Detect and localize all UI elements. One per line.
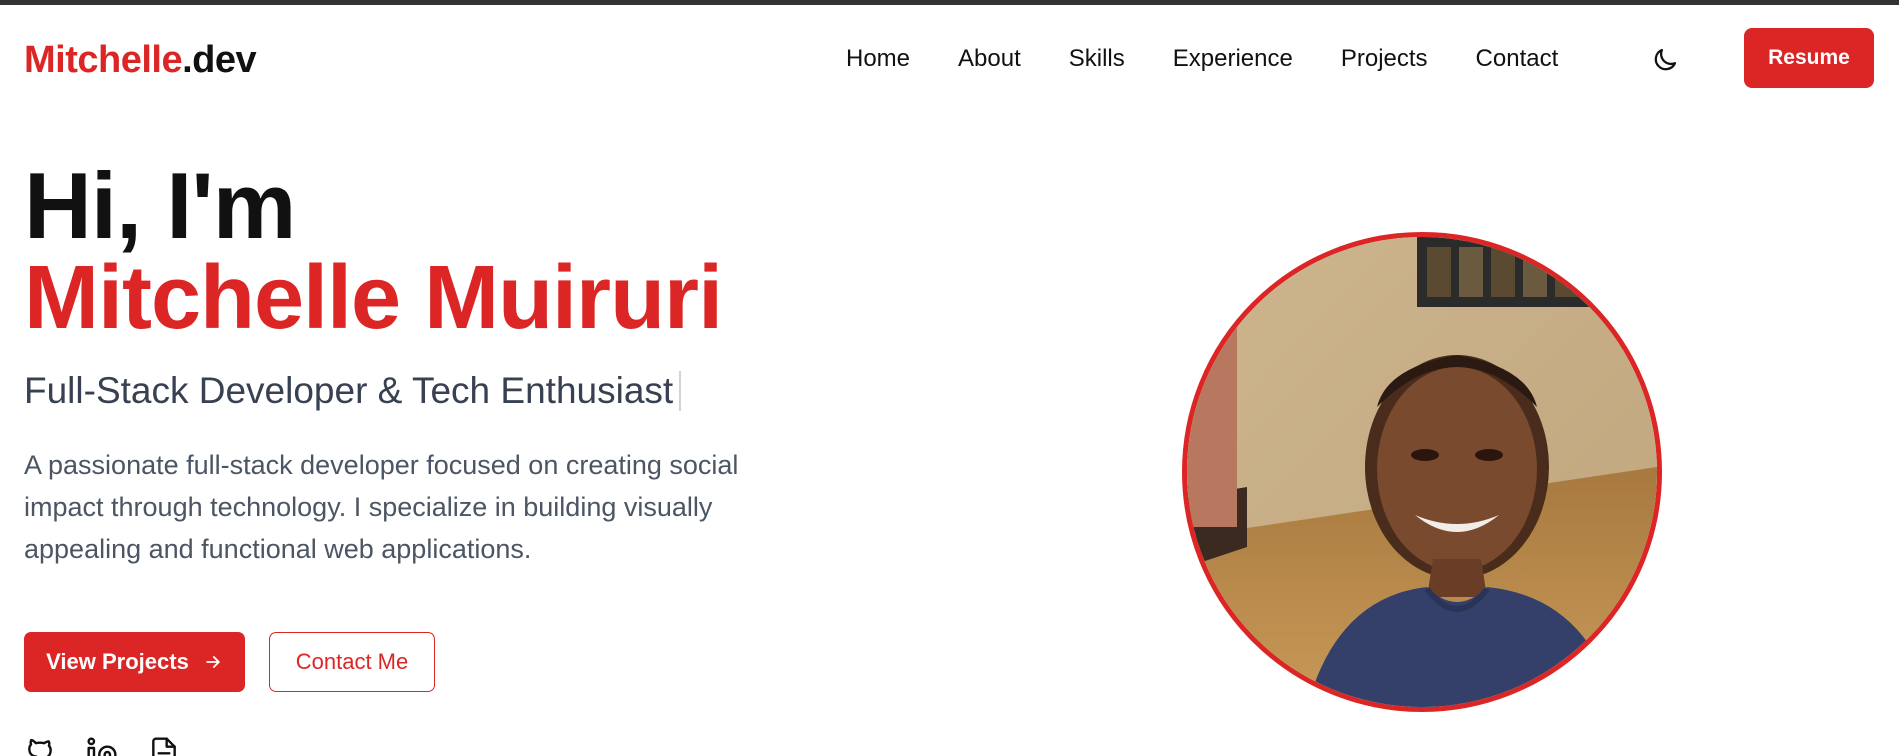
contact-me-button[interactable]: Contact Me — [269, 632, 435, 692]
logo-name: Mitchelle — [24, 39, 183, 81]
nav-link-skills[interactable]: Skills — [1069, 45, 1125, 73]
linkedin-icon[interactable] — [86, 736, 118, 756]
nav-link-projects[interactable]: Projects — [1341, 45, 1428, 73]
github-icon[interactable] — [24, 736, 56, 756]
nav-link-experience[interactable]: Experience — [1173, 45, 1293, 73]
resume-button[interactable]: Resume — [1744, 28, 1874, 88]
typing-cursor — [679, 371, 682, 411]
nav-link-contact[interactable]: Contact — [1476, 45, 1559, 73]
nav-link-about[interactable]: About — [958, 45, 1021, 73]
cta-row: View Projects Contact Me — [24, 632, 435, 692]
hero-section: Hi, I'm Mitchelle Muiruri Full-Stack Dev… — [24, 153, 804, 570]
navbar: Mitchelle.dev Home About Skills Experien… — [0, 5, 1899, 110]
profile-photo — [1182, 232, 1662, 712]
nav-links: Home About Skills Experience Projects Co… — [846, 45, 1606, 73]
hero-tagline: Full-Stack Developer & Tech Enthusiast — [24, 370, 804, 412]
logo[interactable]: Mitchelle.dev — [24, 39, 257, 82]
hero-description: A passionate full-stack developer focuse… — [24, 450, 739, 564]
hero-greeting: Hi, I'm — [24, 153, 296, 258]
nav-link-home[interactable]: Home — [846, 45, 910, 73]
view-projects-button[interactable]: View Projects — [24, 632, 245, 692]
arrow-right-icon — [206, 656, 220, 668]
logo-suffix: .dev — [182, 39, 257, 81]
moon-icon[interactable] — [1650, 45, 1680, 75]
hero-name: Mitchelle Muiruri — [24, 248, 723, 348]
social-links — [24, 736, 180, 756]
resume-file-icon[interactable] — [148, 736, 180, 756]
tagline-text: Full-Stack Developer & Tech Enthusiast — [24, 370, 674, 411]
view-projects-label: View Projects — [46, 649, 189, 674]
